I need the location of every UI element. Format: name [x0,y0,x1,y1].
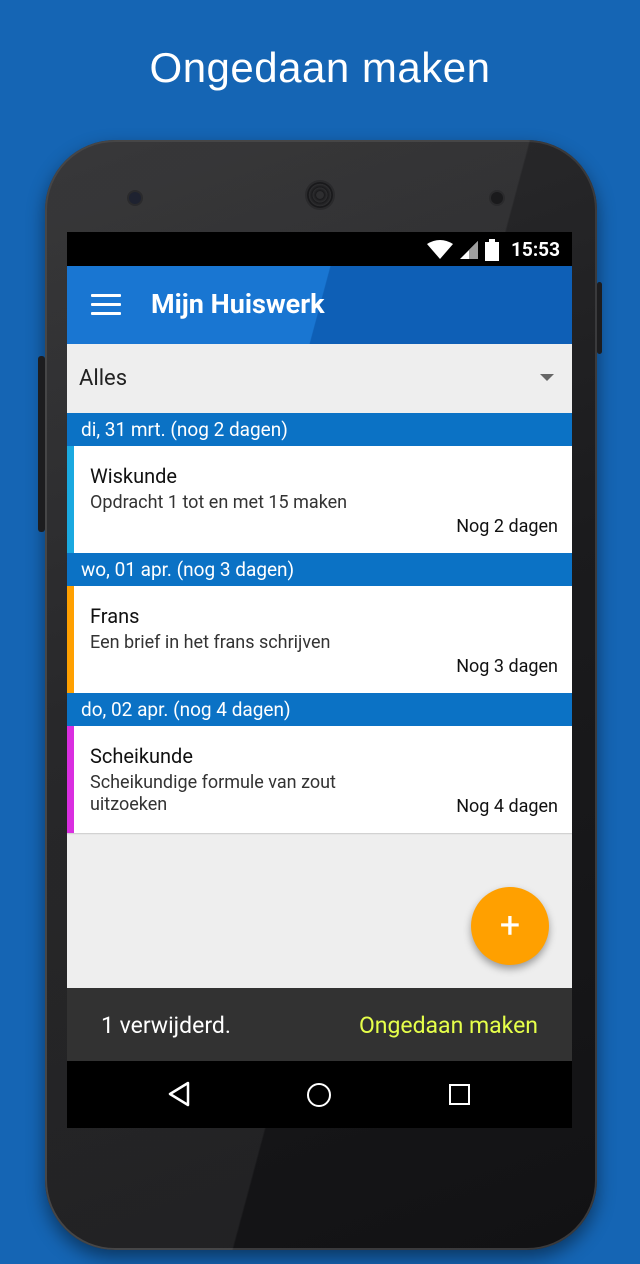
undo-button[interactable]: Ongedaan maken [359,1012,538,1039]
sensor [491,192,503,204]
subject-color-stripe [67,586,74,693]
phone-screen: 15:53 Mijn Huiswerk Alles di, 31 mrt. (n… [67,232,572,1128]
snackbar: 1 verwijderd. Ongedaan maken [67,988,572,1061]
date-group-header: do, 02 apr. (nog 4 dagen) [67,693,572,726]
dropdown-arrow-icon [540,374,554,381]
navigation-bar [67,1061,572,1128]
subject-color-stripe [67,726,74,833]
homework-item[interactable]: Frans Een brief in het frans schrijven N… [67,586,572,693]
homework-due: Nog 2 dagen [456,516,558,537]
filter-selected-value: Alles [79,366,128,391]
homework-subject: Frans [90,604,140,628]
front-camera [129,192,141,204]
battery-icon [485,238,500,261]
recent-apps-icon[interactable] [449,1084,470,1105]
app-bar: Mijn Huiswerk [67,266,572,344]
filter-dropdown[interactable]: Alles [67,344,572,412]
homework-subject: Scheikunde [90,744,193,768]
menu-icon[interactable] [91,294,121,316]
subject-color-stripe [67,446,74,553]
homework-due: Nog 3 dagen [456,656,558,677]
clock: 15:53 [511,238,560,261]
power-button [597,282,602,354]
add-homework-button[interactable]: + [471,887,549,965]
home-icon[interactable] [307,1083,331,1107]
app-title: Mijn Huiswerk [151,288,325,320]
earpiece-speaker [307,182,333,208]
homework-description: Een brief in het frans schrijven [90,632,331,653]
homework-description: Opdracht 1 tot en met 15 maken [90,492,348,513]
signal-icon [460,240,479,259]
date-group-header: wo, 01 apr. (nog 3 dagen) [67,553,572,586]
homework-due: Nog 4 dagen [456,796,558,817]
promo-headline: Ongedaan maken [149,44,491,91]
status-bar: 15:53 [67,232,572,266]
wifi-icon [427,239,454,259]
back-icon[interactable] [167,1081,191,1107]
homework-subject: Wiskunde [90,464,178,488]
date-group-header: di, 31 mrt. (nog 2 dagen) [67,413,572,446]
homework-description: Scheikundige formule van zout uitzoeken [90,772,336,815]
homework-item[interactable]: Scheikunde Scheikundige formule van zout… [67,726,572,833]
homework-item[interactable]: Wiskunde Opdracht 1 tot en met 15 maken … [67,446,572,553]
snackbar-message: 1 verwijderd. [101,1012,231,1039]
volume-button [38,356,45,532]
